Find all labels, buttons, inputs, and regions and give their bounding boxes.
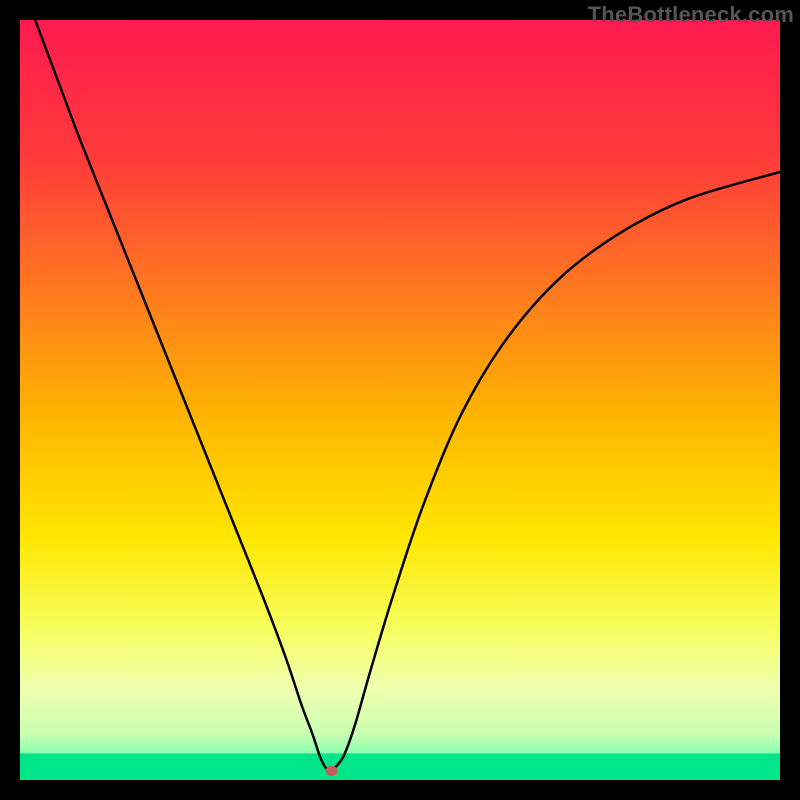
- optimum-marker: [326, 766, 338, 776]
- chart-frame: TheBottleneck.com: [0, 0, 800, 800]
- green-band: [20, 753, 780, 780]
- chart-background: [20, 20, 780, 780]
- watermark-label: TheBottleneck.com: [588, 2, 794, 28]
- bottleneck-chart: [20, 20, 780, 780]
